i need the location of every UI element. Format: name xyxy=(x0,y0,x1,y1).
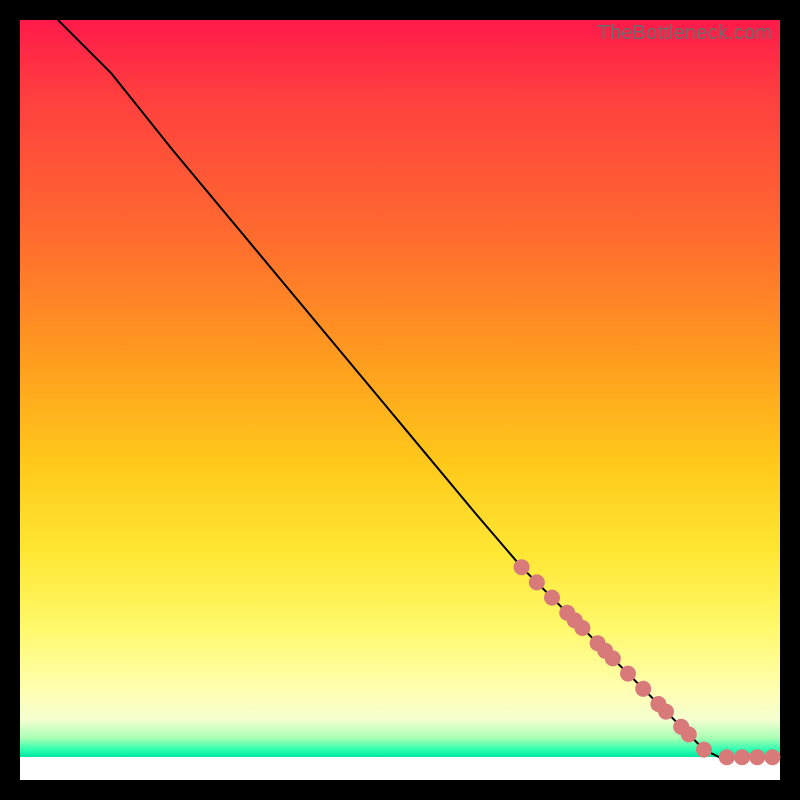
points-group xyxy=(514,559,781,765)
data-point xyxy=(544,590,560,606)
data-point xyxy=(681,726,697,742)
data-point xyxy=(574,620,590,636)
data-point xyxy=(696,742,712,758)
data-point xyxy=(620,666,636,682)
curve-line xyxy=(58,20,772,757)
data-point xyxy=(658,704,674,720)
chart-frame: TheBottleneck.com xyxy=(0,0,800,800)
data-point xyxy=(734,749,750,765)
data-point xyxy=(605,650,621,666)
data-point xyxy=(529,574,545,590)
data-point xyxy=(764,749,780,765)
data-point xyxy=(514,559,530,575)
data-point xyxy=(719,749,735,765)
chart-svg xyxy=(20,20,780,780)
data-point xyxy=(749,749,765,765)
data-point xyxy=(635,681,651,697)
plot-area: TheBottleneck.com xyxy=(20,20,780,780)
